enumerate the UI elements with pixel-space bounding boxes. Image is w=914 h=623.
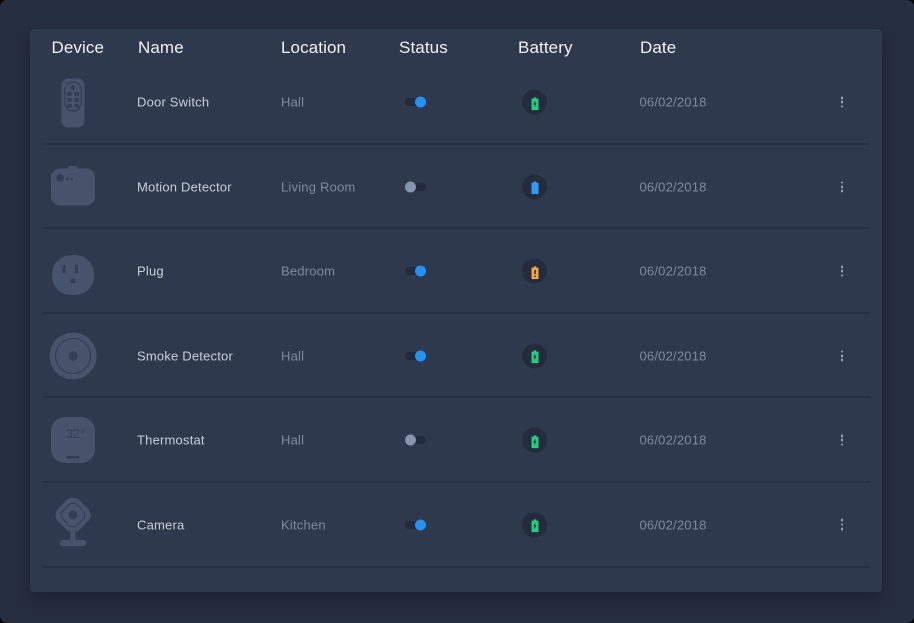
svg-text:32°: 32° [66,427,85,441]
